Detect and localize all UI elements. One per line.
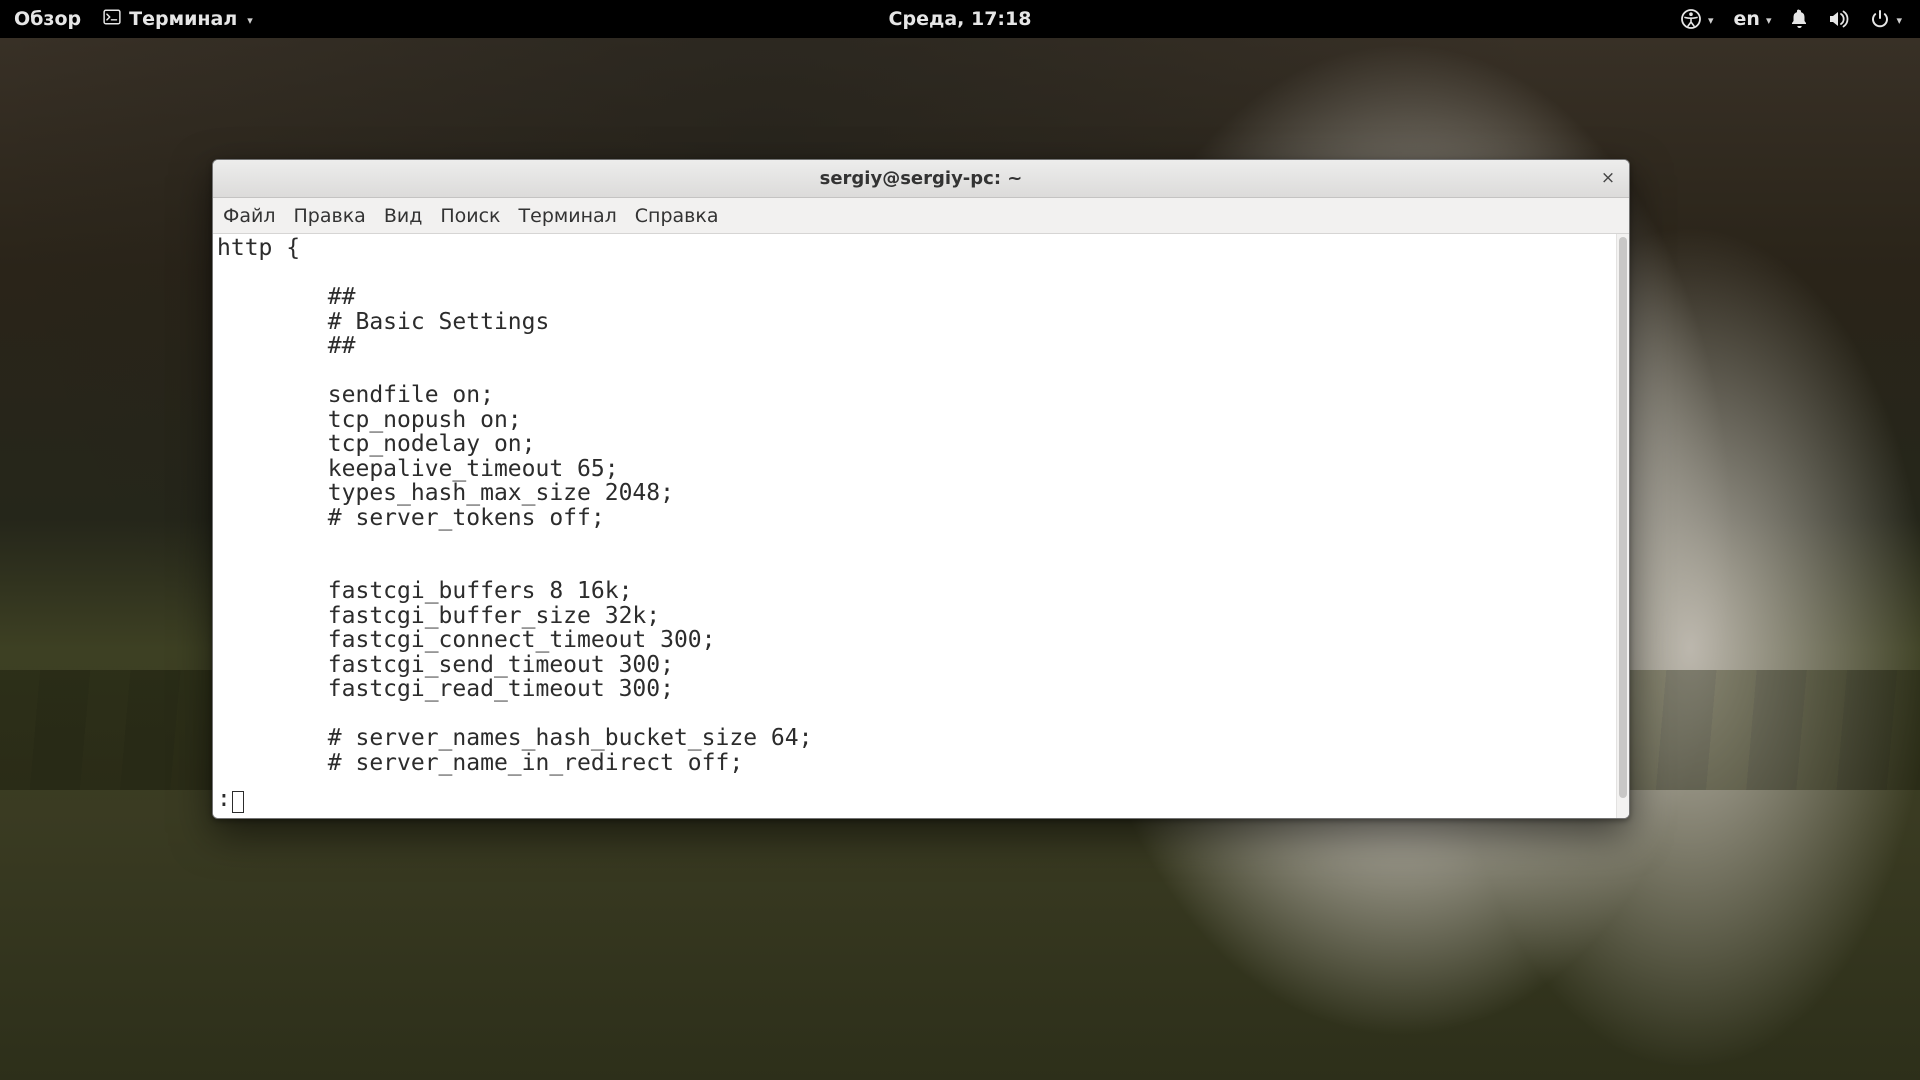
menu-file[interactable]: Файл <box>223 205 276 227</box>
terminal-window: sergiy@sergiy-pc: ~ × Файл Правка Вид По… <box>212 159 1630 819</box>
chevron-down-icon: ▾ <box>247 14 253 27</box>
close-icon: × <box>1601 168 1615 188</box>
menu-edit[interactable]: Правка <box>294 205 366 227</box>
notifications-icon[interactable] <box>1791 9 1808 29</box>
chevron-down-icon: ▾ <box>1896 14 1902 27</box>
status-prefix: : <box>217 786 231 812</box>
menu-terminal[interactable]: Терминал <box>519 205 617 227</box>
keyboard-layout-label: en <box>1734 8 1760 30</box>
power-icon <box>1870 9 1890 29</box>
keyboard-layout-menu[interactable]: en ▾ <box>1734 8 1772 30</box>
terminal-icon <box>103 8 121 31</box>
accessibility-menu[interactable]: ▾ <box>1680 8 1714 30</box>
window-titlebar[interactable]: sergiy@sergiy-pc: ~ × <box>213 160 1629 198</box>
volume-icon[interactable] <box>1828 9 1850 29</box>
editor-status-line: : <box>217 786 244 812</box>
top-panel-right: ▾ en ▾ ▾ <box>1680 8 1920 30</box>
terminal-body[interactable]: http { ## # Basic Settings ## sendfile o… <box>213 234 1629 818</box>
accessibility-icon <box>1680 8 1702 30</box>
scrollbar[interactable] <box>1616 234 1629 818</box>
terminal-text: http { ## # Basic Settings ## sendfile o… <box>213 234 1616 818</box>
top-panel-left: Обзор Терминал ▾ <box>0 8 253 31</box>
chevron-down-icon: ▾ <box>1708 14 1714 27</box>
appmenu-label: Терминал <box>129 8 237 30</box>
menu-search[interactable]: Поиск <box>440 205 500 227</box>
chevron-down-icon: ▾ <box>1766 14 1772 27</box>
scrollbar-thumb[interactable] <box>1619 237 1627 798</box>
text-cursor <box>232 791 244 813</box>
power-menu[interactable]: ▾ <box>1870 9 1902 29</box>
panel-clock[interactable]: Среда, 17:18 <box>889 8 1032 30</box>
close-button[interactable]: × <box>1597 168 1619 190</box>
menu-help[interactable]: Справка <box>635 205 719 227</box>
window-title: sergiy@sergiy-pc: ~ <box>820 168 1023 189</box>
appmenu-button[interactable]: Терминал ▾ <box>103 8 253 31</box>
activities-button[interactable]: Обзор <box>14 8 81 30</box>
menu-view[interactable]: Вид <box>384 205 423 227</box>
menubar: Файл Правка Вид Поиск Терминал Справка <box>213 198 1629 234</box>
top-panel: Обзор Терминал ▾ Среда, 17:18 <box>0 0 1920 38</box>
